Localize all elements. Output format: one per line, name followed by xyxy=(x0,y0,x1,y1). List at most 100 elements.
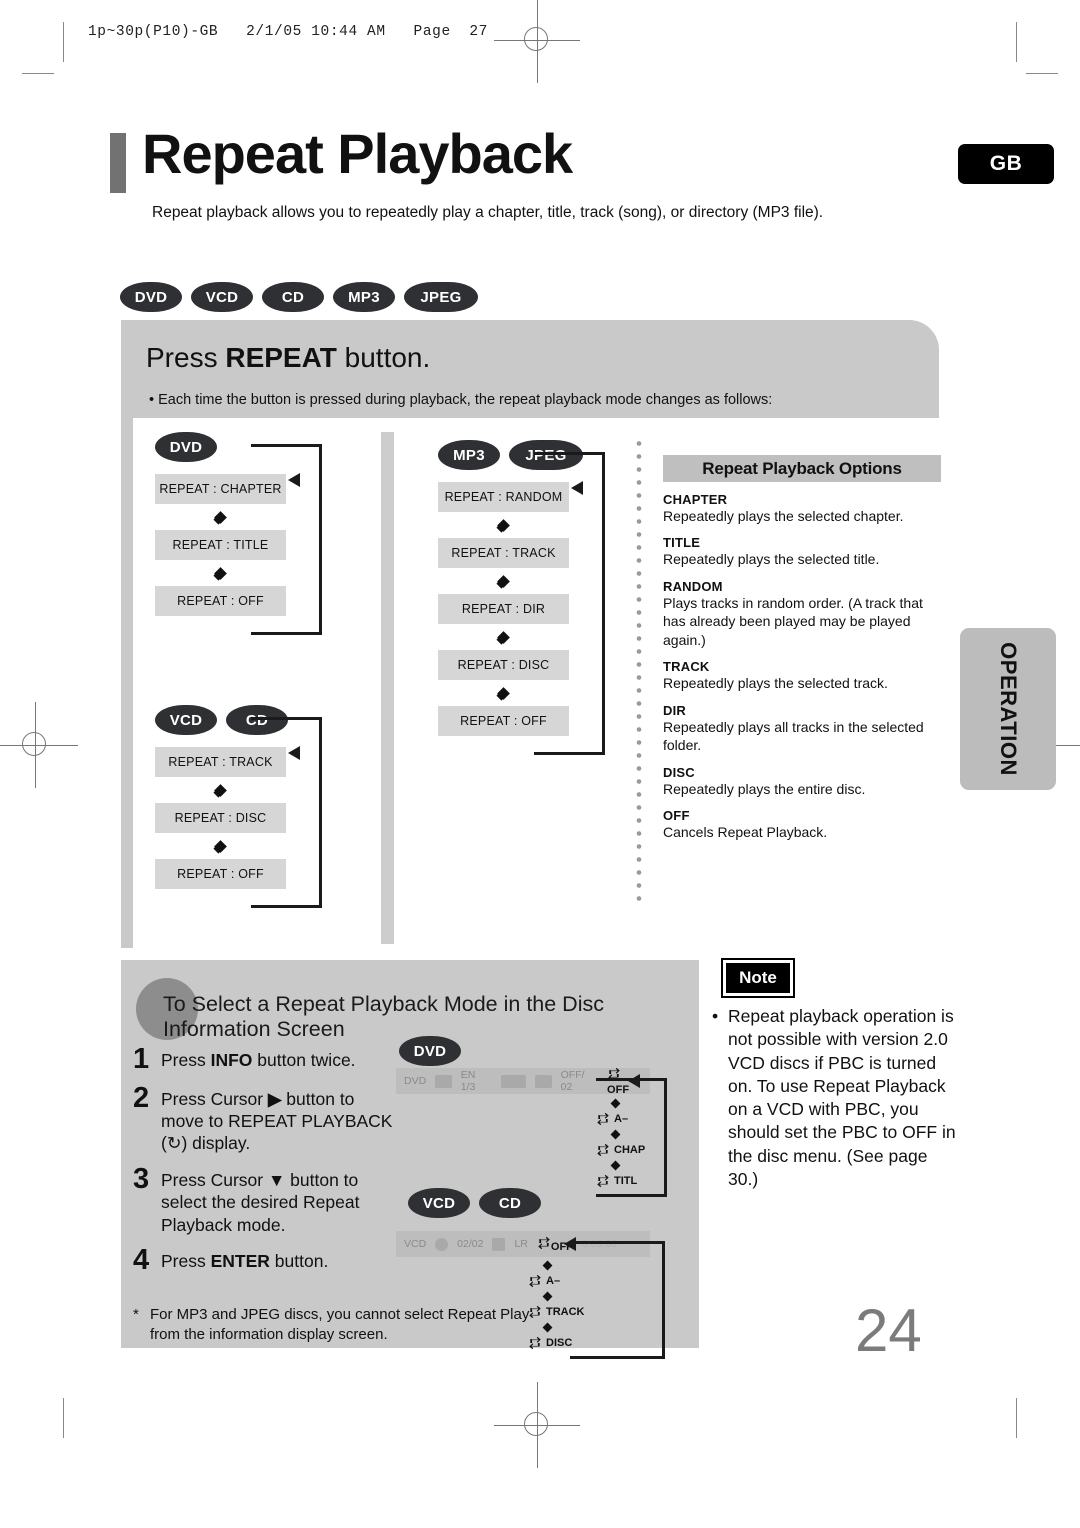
crop-mark-bl-v xyxy=(63,1398,64,1438)
flow-loop-path xyxy=(534,452,605,755)
flow-loop-arrowhead xyxy=(288,473,300,487)
flow-loop-arrowhead xyxy=(288,746,300,760)
option-term: TRACK xyxy=(663,659,710,675)
option-entry: RANDOM Plays tracks in random order. (A t… xyxy=(663,579,941,649)
column-divider-bar xyxy=(381,432,394,944)
page-number: 24 xyxy=(855,1297,922,1364)
disc-pill-jpeg: JPEG xyxy=(404,282,478,312)
registration-mark-bottom xyxy=(494,1382,580,1468)
left-rail xyxy=(121,418,133,948)
repeat-icon xyxy=(529,1305,541,1318)
flow-loop-path xyxy=(251,717,322,908)
option-entry: OFF Cancels Repeat Playback. xyxy=(663,808,941,841)
step-text: Press Cursor ▶ button to move to REPEAT … xyxy=(161,1088,393,1154)
registration-mark-top xyxy=(494,0,580,83)
osd-label-audio: LR xyxy=(514,1238,528,1250)
disc-info-footnote: * For MP3 and JPEG discs, you cannot sel… xyxy=(133,1305,553,1344)
osd-label-track: 02/02 xyxy=(457,1238,484,1250)
step-number: 3 xyxy=(133,1162,150,1195)
osd-dvd-loop-path xyxy=(596,1078,667,1197)
option-term: CHAPTER xyxy=(663,492,728,507)
disc-pill-mp3: MP3 xyxy=(333,282,395,312)
option-desc: Repeatedly plays the selected chapter. xyxy=(663,508,904,524)
osd-dvd-loop-arrowhead xyxy=(628,1074,640,1088)
osd-label-disc: DVD xyxy=(404,1075,427,1087)
options-title: Repeat Playback Options xyxy=(663,455,941,482)
page-subtitle: Repeat playback allows you to repeatedly… xyxy=(152,204,824,221)
footnote-star: * xyxy=(133,1306,139,1323)
step-number: 1 xyxy=(133,1043,150,1075)
osd-label-subtitle: OFF/ 02 xyxy=(560,1069,585,1093)
option-term: DIR xyxy=(663,702,686,718)
osd-vcd-pills: VCD CD xyxy=(408,1188,541,1218)
page-title: Repeat Playback xyxy=(142,122,573,185)
osd-label-disc: VCD xyxy=(404,1238,427,1250)
track-icon xyxy=(435,1237,449,1251)
disc-pill-cd: CD xyxy=(262,282,324,312)
section-tab-operation: OPERATION xyxy=(960,628,1056,790)
headphone-icon xyxy=(492,1237,506,1251)
crop-mark-tr-h xyxy=(1026,73,1058,74)
osd-dvd-pills: DVD xyxy=(399,1036,461,1066)
option-entry: CHAPTER Repeatedly plays the selected cha… xyxy=(663,492,941,525)
disc-pill-vcd: VCD xyxy=(155,705,217,735)
option-desc: Cancels Repeat Playback. xyxy=(663,824,828,841)
flowchart-vcdcd: VCD CD REPEAT : TRACK REPEAT : DISC REPE… xyxy=(155,705,322,908)
note-body: Repeat playback operation is not possibl… xyxy=(728,1006,956,1189)
disc-info-heading: To Select a Repeat Playback Mode in the … xyxy=(163,992,604,1041)
option-desc: Repeatedly plays the entire disc. xyxy=(663,780,866,797)
dotted-divider xyxy=(636,437,642,905)
footnote-text: For MP3 and JPEG discs, you cannot selec… xyxy=(150,1306,530,1343)
step-text: Press Cursor ▼ button to select the desi… xyxy=(161,1169,360,1235)
step-text: Press INFO button twice. xyxy=(161,1050,356,1070)
option-desc: Plays tracks in random order. (A track t… xyxy=(663,594,923,648)
step-item: 4 Press ENTER button. xyxy=(133,1243,401,1276)
crop-mark-tr-v xyxy=(1016,22,1017,62)
flowchart-mp3jpeg: MP3 JPEG REPEAT : RANDOM REPEAT : TRACK … xyxy=(438,440,605,755)
caption-icon xyxy=(535,1074,552,1088)
disc-pill-dvd: DVD xyxy=(155,432,217,462)
crop-mark-tl-v xyxy=(63,22,64,62)
registration-mark-left xyxy=(0,702,78,788)
repeat-icon xyxy=(529,1274,541,1287)
step-text: Press ENTER button. xyxy=(161,1250,329,1271)
option-term: RANDOM xyxy=(663,578,723,594)
disc-pill-vcd: VCD xyxy=(191,282,253,312)
note-text: • Repeat playback operation is not possi… xyxy=(712,1005,962,1191)
disc-pill-dvd: DVD xyxy=(120,282,182,312)
note-bullet: • xyxy=(712,1006,719,1026)
osd-vcd-loop-path xyxy=(570,1241,665,1359)
options-panel: Repeat Playback Options CHAPTER Repeatedl… xyxy=(663,455,941,842)
disc-pill-mp3: MP3 xyxy=(438,440,500,470)
cursor-down-icon: ▼ xyxy=(267,1169,286,1190)
disc-type-pill-row: DVD VCD CD MP3 JPEG xyxy=(120,282,478,312)
option-term: DISC xyxy=(663,764,695,780)
dolby-digital-icon xyxy=(500,1074,527,1088)
step-item: 1 Press INFO button twice. xyxy=(133,1043,401,1075)
step-number: 4 xyxy=(133,1243,150,1276)
repeat-icon xyxy=(529,1336,541,1349)
option-desc: Repeatedly plays the selected title. xyxy=(663,551,880,568)
flow-loop-path xyxy=(251,444,322,635)
note-badge: Note xyxy=(721,958,795,998)
step-number: 2 xyxy=(133,1081,150,1114)
step-list: 1 Press INFO button twice. 2 Press Curso… xyxy=(133,1043,401,1285)
option-entry: TRACK Repeatedly plays the selected track… xyxy=(663,659,941,692)
option-entry: TITLE Repeatedly plays the selected title… xyxy=(663,535,941,568)
section-tab-label: OPERATION xyxy=(996,642,1021,776)
title-accent-bar xyxy=(110,133,126,193)
crop-mark-br-v xyxy=(1016,1398,1017,1438)
option-term: TITLE xyxy=(663,535,701,551)
option-entry: DIR Repeatedly plays all tracks in the se… xyxy=(663,703,941,755)
option-entry: DISC Repeatedly plays the entire disc. xyxy=(663,765,941,798)
instruction-panel: Press REPEAT button. • Each time the but… xyxy=(121,320,939,418)
flowchart-dvd: DVD REPEAT : CHAPTER REPEAT : TITLE REPE… xyxy=(155,432,322,635)
print-header: 1p~30p(P10)-GB 2/1/05 10:44 AM Page 27 xyxy=(88,24,488,40)
repeat-icon xyxy=(538,1236,550,1249)
region-badge: GB xyxy=(958,144,1054,184)
cursor-right-icon: ▶ xyxy=(267,1088,282,1109)
subtitle-icon xyxy=(435,1074,452,1088)
step-item: 2 Press Cursor ▶ button to move to REPEA… xyxy=(133,1081,401,1155)
disc-pill-dvd: DVD xyxy=(399,1036,461,1066)
disc-pill-cd: CD xyxy=(479,1188,541,1218)
